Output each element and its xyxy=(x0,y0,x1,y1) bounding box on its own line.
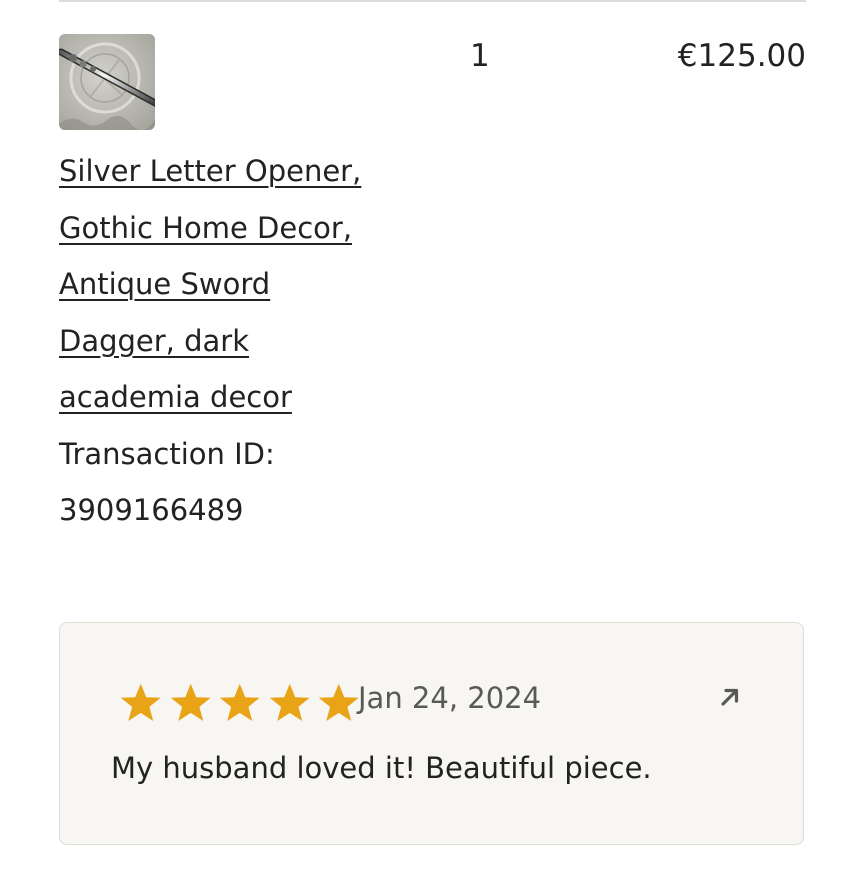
star-icon xyxy=(269,683,310,721)
price-value: €125.00 xyxy=(677,38,806,74)
review-card: Jan 24, 2024 My husband loved it! Beauti… xyxy=(59,622,804,845)
star-icon xyxy=(219,683,260,721)
star-icon xyxy=(318,683,359,721)
product-title-line: Silver Letter Opener, xyxy=(59,154,362,188)
arrow-up-right-icon[interactable] xyxy=(714,681,746,713)
review-date: Jan 24, 2024 xyxy=(358,681,542,715)
star-icon xyxy=(170,683,211,721)
review-text: My husband loved it! Beautiful piece. xyxy=(111,751,652,785)
product-title-line: academia decor xyxy=(59,380,292,414)
transaction-id-value: 3909166489 xyxy=(59,493,244,527)
star-icon xyxy=(120,683,161,721)
quantity-value: 1 xyxy=(470,38,490,74)
transaction-id-label: Transaction ID: xyxy=(59,437,275,471)
product-title-line: Dagger, dark xyxy=(59,323,250,358)
product-thumbnail[interactable] xyxy=(59,34,155,130)
product-title-line: Antique Sword xyxy=(59,267,271,301)
product-title-link[interactable]: Silver Letter Opener, Gothic Home Decor,… xyxy=(59,143,419,426)
letter-opener-photo xyxy=(59,34,155,130)
star-rating xyxy=(116,679,364,727)
product-title-line: Gothic Home Decor, xyxy=(59,210,353,245)
top-divider xyxy=(59,0,806,2)
